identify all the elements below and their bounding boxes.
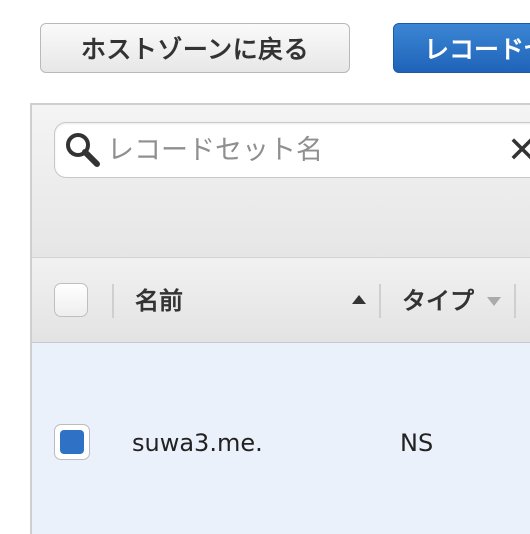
record-sets-panel: ✕ 名前 タイプ suwa3.me. NS xyxy=(30,103,530,534)
select-all-checkbox[interactable] xyxy=(54,283,88,317)
filter-toolbar: ✕ xyxy=(32,105,530,257)
back-to-hosted-zones-button[interactable]: ホストゾーンに戻る xyxy=(40,23,350,73)
record-set-name-search-input[interactable] xyxy=(107,129,507,171)
column-separator xyxy=(379,284,381,318)
back-button-label: ホストゾーンに戻る xyxy=(80,35,310,64)
column-header-type[interactable]: タイプ xyxy=(402,284,474,318)
clear-search-icon[interactable]: ✕ xyxy=(507,131,530,171)
table-row[interactable]: suwa3.me. NS xyxy=(32,343,530,534)
search-icon xyxy=(66,133,100,167)
sort-descending-icon[interactable] xyxy=(487,297,501,306)
search-box[interactable]: ✕ xyxy=(54,122,530,178)
page: ホストゾーンに戻る レコードセットの作成 ✕ 名前 タイプ xyxy=(0,0,530,534)
column-separator xyxy=(514,284,516,318)
table-header-row: 名前 タイプ xyxy=(32,257,530,343)
column-separator xyxy=(112,284,114,318)
create-record-set-button[interactable]: レコードセットの作成 xyxy=(393,23,530,73)
record-type-cell: NS xyxy=(400,429,434,457)
sort-ascending-icon[interactable] xyxy=(352,295,366,304)
checkbox-checked-indicator xyxy=(60,430,84,454)
create-record-set-label: レコードセットの作成 xyxy=(424,35,530,64)
record-name-cell: suwa3.me. xyxy=(132,429,263,457)
column-header-name[interactable]: 名前 xyxy=(135,284,183,318)
row-checkbox[interactable] xyxy=(54,424,90,460)
